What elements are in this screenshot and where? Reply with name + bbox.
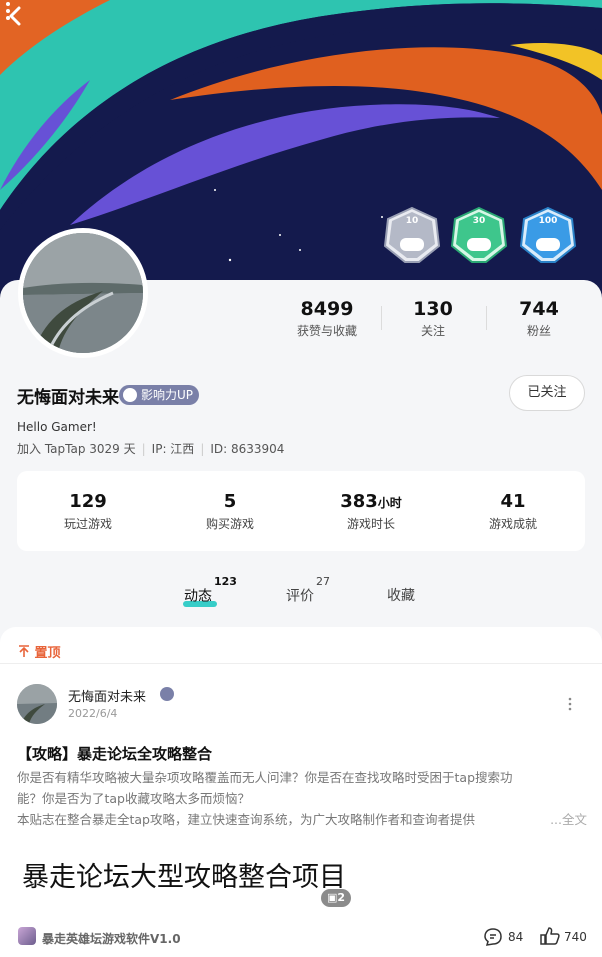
tab-label: 动态 <box>184 588 212 605</box>
post-body-line: 你是否有精华攻略被大量杂项攻略覆盖而无人问津？你是否在查找攻略时受困于tap搜索… <box>17 770 513 785</box>
game-stats-box[interactable]: 129 玩过游戏 5 购买游戏 383小时 游戏时长 41 游戏成就 <box>17 471 585 551</box>
like-icon[interactable] <box>539 925 561 947</box>
follow-button[interactable]: 已关注 <box>509 375 585 411</box>
post-title[interactable]: 【攻略】暴走论坛全攻略整合 <box>17 743 212 764</box>
influence-icon <box>123 388 137 402</box>
pin-icon <box>19 645 29 657</box>
post-game-name[interactable]: 暴走英雄坛游戏软件V1.0 <box>42 930 181 947</box>
read-more-link[interactable]: ...全文 <box>517 809 587 830</box>
achievement-badge-100[interactable]: 100 <box>519 206 577 264</box>
image-count-badge: ▣2 <box>321 889 352 907</box>
post-author-avatar[interactable] <box>17 684 57 724</box>
profile-tabs: 动态123 评价27 收藏 <box>0 575 602 615</box>
post-date: 2022/6/4 <box>68 707 118 720</box>
game-stat-achievements[interactable]: 41 游戏成就 <box>453 491 573 532</box>
game-stat-label: 玩过游戏 <box>63 517 112 531</box>
game-stat-playtime[interactable]: 383小时 游戏时长 <box>311 491 431 532</box>
tab-label: 收藏 <box>387 588 415 604</box>
game-stat-purchased[interactable]: 5 购买游戏 <box>170 491 290 532</box>
post-avatar-image <box>17 684 57 724</box>
user-id: ID: 8633904 <box>210 442 285 456</box>
achievement-badge-10[interactable]: 10 <box>383 206 441 264</box>
stat-divider <box>381 306 382 330</box>
divider <box>0 663 602 664</box>
comment-count: 84 <box>508 930 524 944</box>
stat-value: 744 <box>519 298 559 320</box>
image-count: 2 <box>337 891 346 904</box>
post-body[interactable]: 你是否有精华攻略被大量杂项攻略覆盖而无人问津？你是否在查找攻略时受困于tap搜索… <box>17 767 587 830</box>
influence-badge-label: 影响力UP <box>141 388 194 402</box>
achievement-badge-30[interactable]: 30 <box>450 206 508 264</box>
achievement-badge-label: 100 <box>538 216 558 226</box>
meta-separator: | <box>200 442 205 456</box>
stat-followers[interactable]: 744 粉丝 <box>489 298 589 339</box>
post-more-icon[interactable] <box>566 697 574 711</box>
game-stat-label: 购买游戏 <box>205 517 254 531</box>
game-stat-value: 41 <box>500 491 526 512</box>
game-stat-unit: 小时 <box>377 496 402 510</box>
tab-count: 123 <box>214 575 237 588</box>
profile-bio: Hello Gamer! <box>17 420 97 434</box>
profile-name: 无悔面对未来 <box>17 388 119 408</box>
game-stat-value: 129 <box>69 491 107 512</box>
tab-label: 评价 <box>286 588 314 605</box>
tab-activity[interactable]: 动态123 <box>184 575 237 606</box>
avatar-image <box>23 233 143 353</box>
profile-meta: 加入 TapTap 3029 天 | IP: 江西 | ID: 8633904 <box>17 440 284 457</box>
pinned-label: 置顶 <box>18 642 61 661</box>
stat-value: 8499 <box>300 298 354 320</box>
stat-label: 获赞与收藏 <box>296 324 357 338</box>
stat-label: 关注 <box>420 324 445 338</box>
meta-separator: | <box>141 442 146 456</box>
achievement-30-icon <box>450 206 508 263</box>
game-stat-value: 383 <box>340 491 378 512</box>
tab-reviews[interactable]: 评价27 <box>286 575 330 606</box>
achievement-badge-label: 10 <box>405 216 419 226</box>
tab-count: 27 <box>316 575 330 588</box>
achievement-badge-label: 30 <box>472 216 486 226</box>
game-stat-value: 5 <box>223 491 237 512</box>
achievement-10-icon <box>383 206 441 263</box>
achievement-100-icon <box>519 206 577 263</box>
post-body-line: 本贴志在整合暴走全tap攻略，建立快速查询系统，为广大攻略制作者和查询者提供 <box>17 812 475 827</box>
avatar[interactable] <box>18 228 148 358</box>
game-icon[interactable] <box>18 927 36 945</box>
image-icon: ▣ <box>327 891 338 904</box>
game-stat-played[interactable]: 129 玩过游戏 <box>28 491 148 532</box>
influence-badge[interactable]: 影响力UP <box>119 385 200 405</box>
stat-following[interactable]: 130 关注 <box>383 298 483 339</box>
post-image-text[interactable]: 暴走论坛大型攻略整合项目 <box>22 855 346 894</box>
post-body-line: 能？你是否为了tap收藏攻略太多而烦恼？ <box>17 791 250 806</box>
pinned-text: 置顶 <box>34 646 61 661</box>
stat-divider <box>486 306 487 330</box>
like-count: 740 <box>564 930 587 944</box>
game-stat-label: 游戏时长 <box>346 517 395 531</box>
tab-favorites[interactable]: 收藏 <box>387 585 415 605</box>
join-days: 加入 TapTap 3029 天 <box>17 442 136 456</box>
comment-icon[interactable] <box>483 927 503 947</box>
ip-location: IP: 江西 <box>151 442 195 456</box>
stat-likes[interactable]: 8499 获赞与收藏 <box>277 298 377 339</box>
feed-post[interactable]: 置顶 无悔面对未来 2022/6/4 【攻略】暴走论坛全攻略整合 你是否有精华攻… <box>0 627 602 957</box>
stat-label: 粉丝 <box>526 324 551 338</box>
verified-icon <box>160 687 174 701</box>
game-stat-label: 游戏成就 <box>488 517 537 531</box>
more-icon[interactable] <box>0 0 16 22</box>
post-author-name[interactable]: 无悔面对未来 <box>68 686 146 705</box>
stat-value: 130 <box>413 298 453 320</box>
